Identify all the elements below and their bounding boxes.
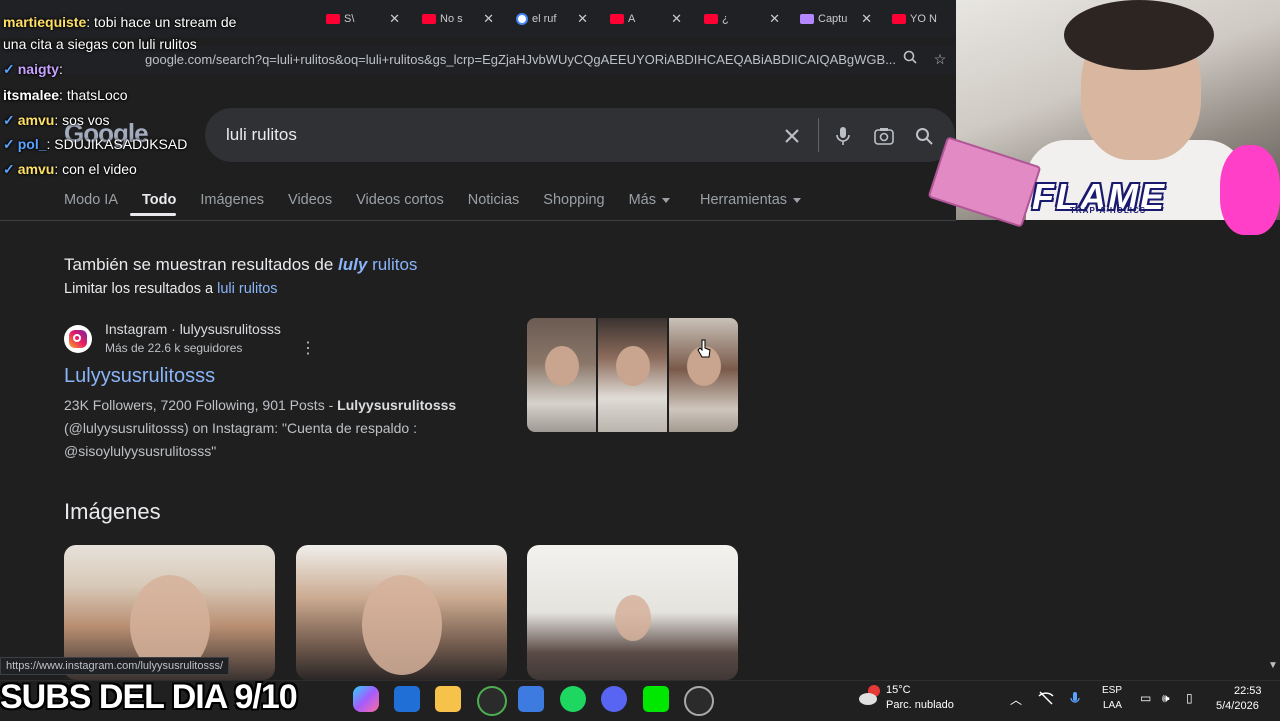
- restrict-results: Limitar los resultados a luli rulitos: [64, 281, 278, 297]
- spotify-icon[interactable]: [560, 686, 586, 712]
- buddha-sticker: [1220, 145, 1280, 235]
- result-meta: Más de 22.6 k seguidores: [105, 341, 243, 355]
- youtube-icon: [892, 14, 906, 24]
- spelling-correction: También se muestran resultados de luly r…: [64, 255, 418, 274]
- scroll-down-icon[interactable]: ▼: [1268, 660, 1278, 671]
- browser-tab[interactable]: S\ ✕: [326, 8, 400, 30]
- images-heading: Imágenes: [64, 499, 161, 524]
- verified-icon: ✓: [3, 161, 15, 177]
- youtube-icon: [610, 14, 624, 24]
- caret-down-icon: [661, 197, 670, 203]
- youtube-icon: [422, 14, 436, 24]
- chat-message: una cita a siegas con luli rulitos: [3, 36, 197, 52]
- search-icon[interactable]: [910, 122, 938, 150]
- chevron-up-icon[interactable]: ︿: [1010, 691, 1022, 708]
- weather-temperature[interactable]: 15°C: [886, 684, 911, 696]
- tab-videos-cortos[interactable]: Videos cortos: [344, 190, 456, 220]
- instagram-icon: [64, 325, 92, 353]
- feather-icon: [800, 14, 814, 24]
- flame-subtitle: TRAP-A-HOLICS: [1070, 206, 1147, 215]
- chrome-icon[interactable]: [477, 686, 507, 716]
- google-icon: [516, 13, 528, 25]
- file-explorer-icon[interactable]: [435, 686, 461, 712]
- chat-message: ✓ pol_: SDUJIKASADJKSAD: [3, 136, 188, 152]
- link-status-url: https://www.instagram.com/lulyysusrulito…: [0, 657, 230, 675]
- browser-tab[interactable]: ¿ ✕: [704, 8, 780, 30]
- bookmark-star-icon[interactable]: ☆: [931, 50, 949, 68]
- display-icon[interactable]: ▭: [1140, 691, 1151, 705]
- close-tab-icon[interactable]: ✕: [769, 11, 780, 27]
- search-input[interactable]: luli rulitos: [226, 125, 297, 145]
- browser-tab[interactable]: A ✕: [610, 8, 682, 30]
- tab-imagenes[interactable]: Imágenes: [188, 190, 276, 220]
- verified-icon: ✓: [3, 112, 15, 128]
- close-tab-icon[interactable]: ✕: [389, 11, 400, 27]
- browser-tab[interactable]: No s ✕: [422, 8, 494, 30]
- clock-date[interactable]: 5/4/2026: [1216, 700, 1259, 712]
- tab-videos[interactable]: Videos: [276, 190, 344, 220]
- obs-icon[interactable]: [684, 686, 714, 716]
- kick-icon[interactable]: [643, 686, 669, 712]
- weather-description[interactable]: Parc. nublado: [886, 699, 954, 711]
- chat-message: ✓ naigty:: [3, 61, 63, 77]
- verified-icon: ✓: [3, 61, 15, 77]
- result-thumbnails[interactable]: [527, 318, 738, 432]
- zoom-icon[interactable]: [901, 50, 919, 68]
- volume-icon[interactable]: 🕪: [1162, 691, 1170, 706]
- browser-tab[interactable]: el ruf ✕: [516, 8, 588, 30]
- discord-icon[interactable]: [601, 686, 627, 712]
- result-title-link[interactable]: Lulyysusrulitosss: [64, 365, 215, 388]
- battery-icon[interactable]: ▯: [1186, 691, 1193, 705]
- browser-tab[interactable]: Captu ✕: [800, 8, 872, 30]
- chat-message: ✓ amvu: con el video: [3, 161, 137, 177]
- network-off-icon[interactable]: [1038, 691, 1054, 708]
- original-query-link[interactable]: luli rulitos: [217, 281, 277, 297]
- close-tab-icon[interactable]: ✕: [861, 11, 872, 27]
- tab-modo-ia[interactable]: Modo IA: [64, 190, 130, 220]
- outlook-icon[interactable]: [394, 686, 420, 712]
- result-site[interactable]: Instagram · lulyysusrulitosss: [105, 321, 281, 337]
- chat-message: ✓ amvu: sos vos: [3, 112, 110, 128]
- more-options-icon[interactable]: ⋮: [300, 338, 316, 358]
- close-tab-icon[interactable]: ✕: [483, 11, 494, 27]
- keyboard-layout[interactable]: LAA: [1103, 700, 1122, 711]
- youtube-icon: [326, 14, 340, 24]
- thumbnail-image[interactable]: [527, 318, 596, 432]
- tab-noticias[interactable]: Noticias: [456, 190, 532, 220]
- tab-todo[interactable]: Todo: [130, 190, 188, 220]
- microphone-icon[interactable]: [829, 122, 857, 150]
- url-text[interactable]: google.com/search?q=luli+rulitos&oq=luli…: [145, 52, 895, 67]
- language-indicator[interactable]: ESP: [1102, 685, 1122, 696]
- nav-divider: [0, 220, 956, 221]
- thumbnail-image[interactable]: [598, 318, 667, 432]
- clear-search-icon[interactable]: [778, 122, 806, 150]
- tab-shopping[interactable]: Shopping: [531, 190, 616, 220]
- clock-time[interactable]: 22:53: [1234, 685, 1262, 697]
- thumbnail-image[interactable]: [669, 318, 738, 432]
- chat-message: martiequiste: tobi hace un stream de: [3, 14, 237, 30]
- search-nav-tabs: Modo IA Todo Imágenes Videos Videos cort…: [64, 190, 813, 220]
- image-result[interactable]: [527, 545, 738, 680]
- subs-counter: SUBS DEL DIA 9/10: [0, 678, 298, 716]
- microphone-tray-icon[interactable]: [1070, 691, 1080, 710]
- close-tab-icon[interactable]: ✕: [671, 11, 682, 27]
- result-snippet: 23K Followers, 7200 Following, 901 Posts…: [64, 397, 457, 459]
- browser-tab[interactable]: YO N: [892, 8, 954, 30]
- caret-down-icon: [793, 197, 802, 203]
- tab-herramientas[interactable]: Herramientas: [682, 190, 813, 220]
- copilot-icon[interactable]: [353, 686, 379, 712]
- chat-message: itsmalee: thatsLoco: [3, 87, 128, 103]
- verified-icon: ✓: [3, 136, 15, 152]
- tab-mas[interactable]: Más: [617, 190, 682, 220]
- mouse-cursor-icon: [697, 339, 711, 358]
- store-icon[interactable]: [518, 686, 544, 712]
- weather-cloud-icon[interactable]: [858, 684, 882, 706]
- youtube-icon: [704, 14, 718, 24]
- search-divider: [818, 118, 819, 152]
- close-tab-icon[interactable]: ✕: [577, 11, 588, 27]
- corrected-query-link[interactable]: luly rulitos: [338, 255, 417, 274]
- image-result[interactable]: [296, 545, 507, 680]
- lens-camera-icon[interactable]: [870, 122, 898, 150]
